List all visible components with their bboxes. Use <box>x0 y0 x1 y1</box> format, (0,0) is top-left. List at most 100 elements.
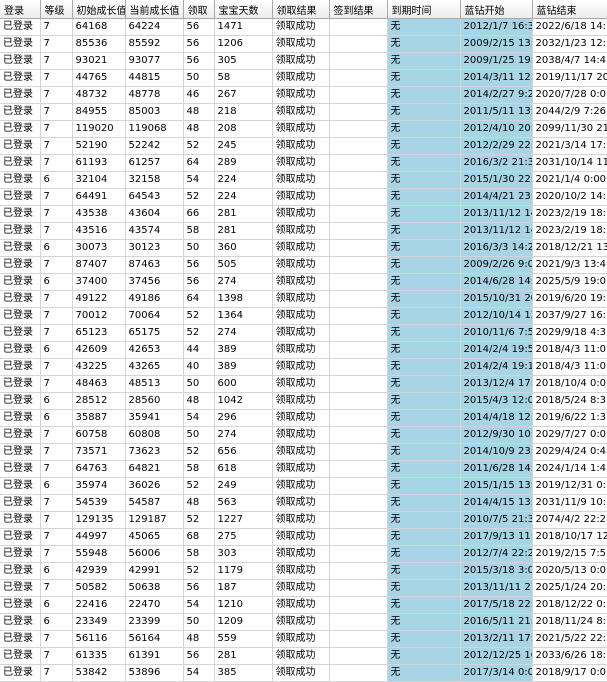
table-row[interactable]: 已登录7559485600658303领取成功 无2012/7/4 22:2...… <box>0 545 607 563</box>
cell-baby-days: 275 <box>214 528 273 546</box>
cell-claim-result: 领取成功 <box>272 443 330 461</box>
table-row[interactable]: 已登录7521905224252245领取成功 无2012/2/29 22:...… <box>0 137 607 155</box>
cell-current-growth: 30123 <box>125 239 184 257</box>
cell-claim-result: 领取成功 <box>272 613 330 631</box>
cell-login: 已登录 <box>0 69 41 87</box>
table-row[interactable]: 已登录7435384360466281领取成功 无2013/11/12 14:..… <box>0 205 607 223</box>
cell-claim: 54 <box>183 409 215 427</box>
table-row[interactable]: 已登录74912249186641398领取成功 无2015/10/31 20:.… <box>0 290 607 308</box>
column-header-expiry[interactable]: 到期时间 <box>387 0 461 19</box>
table-row[interactable]: 已登录7561165616448559领取成功 无2013/2/11 17:...… <box>0 630 607 648</box>
cell-claim: 56 <box>183 18 215 36</box>
column-header-claim-result[interactable]: 领取结果 <box>272 0 330 19</box>
cell-claim: 52 <box>183 324 215 342</box>
cell-expiry: 无 <box>387 171 461 189</box>
table-row[interactable]: 已登录7484634851350600领取成功 无2013/12/4 17:...… <box>0 375 607 393</box>
cell-baby-days: 1471 <box>214 18 273 36</box>
table-row[interactable]: 已登录7874078746356505领取成功 无2009/2/26 9:0...… <box>0 256 607 274</box>
cell-signin-result <box>329 562 388 580</box>
table-row[interactable]: 已登录6321043215854224领取成功 无2015/1/30 22:...… <box>0 171 607 189</box>
cell-blue-end: 2019/2/15 7:5... <box>532 545 607 563</box>
cell-baby-days: 245 <box>214 137 273 155</box>
table-row[interactable]: 已登录7487324877846267领取成功 无2014/2/27 9:2...… <box>0 86 607 104</box>
table-row[interactable]: 已登录6359743602652249领取成功 无2015/1/15 13:...… <box>0 477 607 495</box>
cell-claim-result: 领取成功 <box>272 511 330 529</box>
cell-baby-days: 1364 <box>214 307 273 325</box>
table-row[interactable]: 已登录7435164357458281领取成功 无2013/11/12 14:..… <box>0 222 607 240</box>
table-row[interactable]: 已登录7849558500348218领取成功 无2011/5/11 13:...… <box>0 103 607 121</box>
cell-baby-days: 303 <box>214 545 273 563</box>
cell-signin-result <box>329 443 388 461</box>
table-row[interactable]: 已登录6374003745656274领取成功 无2014/6/28 14:...… <box>0 273 607 291</box>
table-row[interactable]: 已登录62334923399501209领取成功 无2016/5/11 21:..… <box>0 613 607 631</box>
cell-expiry: 无 <box>387 188 461 206</box>
cell-claim-result: 领取成功 <box>272 273 330 291</box>
cell-current-growth: 42991 <box>125 562 184 580</box>
cell-expiry: 无 <box>387 562 461 580</box>
table-row[interactable]: 已登录7538425389654385领取成功 无2017/3/14 0:0...… <box>0 664 607 682</box>
table-row[interactable]: 已登录7607586080850274领取成功 无2012/9/30 10:...… <box>0 426 607 444</box>
cell-blue-end: 2019/6/20 19:... <box>532 290 607 308</box>
table-row[interactable]: 已登录6426094265344389领取成功 无2014/2/4 19:5...… <box>0 341 607 359</box>
cell-level: 7 <box>40 52 73 70</box>
cell-claim-result: 领取成功 <box>272 477 330 495</box>
cell-claim: 48 <box>183 630 215 648</box>
cell-blue-start: 2016/3/2 21:3... <box>460 154 533 172</box>
cell-level: 6 <box>40 392 73 410</box>
cell-signin-result <box>329 647 388 665</box>
table-row[interactable]: 已登录7449974506568275领取成功 无2017/9/13 11:...… <box>0 528 607 546</box>
table-row[interactable]: 已登录7644916454352224领取成功 无2014/4/21 23:...… <box>0 188 607 206</box>
cell-signin-result <box>329 324 388 342</box>
cell-claim-result: 领取成功 <box>272 188 330 206</box>
table-row[interactable]: 已登录7505825063856187领取成功 无2013/11/11 21:..… <box>0 579 607 597</box>
table-row[interactable]: 已登录7930219307756305领取成功 无2009/1/25 19:4..… <box>0 52 607 70</box>
cell-baby-days: 305 <box>214 52 273 70</box>
table-row[interactable]: 已登录76416864224561471领取成功 无2012/1/7 16:3..… <box>0 18 607 36</box>
cell-blue-end: 2021/1/4 0:00:... <box>532 171 607 189</box>
table-row[interactable]: 已登录7613356139156281领取成功 无2012/12/25 16:..… <box>0 647 607 665</box>
cell-signin-result <box>329 613 388 631</box>
cell-login: 已登录 <box>0 511 41 529</box>
column-header-signin-result[interactable]: 签到结果 <box>329 0 388 19</box>
cell-blue-start: 2017/9/13 11:... <box>460 528 533 546</box>
table-row[interactable]: 已登录64293942991521179领取成功 无2015/3/18 3:0..… <box>0 562 607 580</box>
table-row[interactable]: 已登录62851228560481042领取成功 无2015/4/3 12:0..… <box>0 392 607 410</box>
table-row[interactable]: 已登录62241622470541210领取成功 无2017/5/18 22:..… <box>0 596 607 614</box>
cell-signin-result <box>329 630 388 648</box>
cell-level: 7 <box>40 205 73 223</box>
cell-login: 已登录 <box>0 613 41 631</box>
cell-login: 已登录 <box>0 137 41 155</box>
column-header-baby-days[interactable]: 宝宝天数 <box>214 0 273 19</box>
cell-claim-result: 领取成功 <box>272 545 330 563</box>
table-row[interactable]: 已登录7432254326540389领取成功 无2014/2/4 19:1...… <box>0 358 607 376</box>
cell-blue-start: 2016/5/11 21:... <box>460 613 533 631</box>
table-row[interactable]: 已登录6300733012350360领取成功 无2016/3/3 14:2...… <box>0 239 607 257</box>
table-row[interactable]: 已登录7545395458748563领取成功 无2014/4/15 13:...… <box>0 494 607 512</box>
column-header-level[interactable]: 等级 <box>40 0 73 19</box>
cell-current-growth: 43574 <box>125 222 184 240</box>
column-header-blue-end[interactable]: 蓝钻结束 <box>532 0 607 19</box>
cell-blue-end: 2023/2/19 18:... <box>532 222 607 240</box>
cell-level: 7 <box>40 494 73 512</box>
table-row[interactable]: 已登录7129135129187521227领取成功 无2010/7/5 21:3… <box>0 511 607 529</box>
table-row[interactable]: 已登录7651236517552274领取成功 无2010/11/6 7:5...… <box>0 324 607 342</box>
table-row[interactable]: 已登录6358873594154296领取成功 无2014/4/18 12:...… <box>0 409 607 427</box>
cell-current-growth: 87463 <box>125 256 184 274</box>
column-header-blue-start[interactable]: 蓝钻开始 <box>460 0 533 19</box>
table-row[interactable]: 已登录7611936125764289领取成功 无2016/3/2 21:3...… <box>0 154 607 172</box>
column-header-login[interactable]: 登录 <box>0 0 41 19</box>
table-row[interactable]: 已登录7647636482158618领取成功 无2011/6/28 14:...… <box>0 460 607 478</box>
column-header-claim[interactable]: 领取 <box>183 0 215 19</box>
cell-blue-start: 2014/10/9 23:... <box>460 443 533 461</box>
table-row[interactable]: 已登录744765448155058领取成功 无2014/3/11 12:...2… <box>0 69 607 87</box>
table-row[interactable]: 已登录78553685592561206领取成功 无2009/2/15 13:..… <box>0 35 607 53</box>
table-row[interactable]: 已登录77001270064521364领取成功 无2012/10/14 13:.… <box>0 307 607 325</box>
column-header-initial-growth[interactable]: 初始成长值 <box>72 0 126 19</box>
cell-blue-start: 2009/2/15 13:... <box>460 35 533 53</box>
table-row[interactable]: 已登录711902011906848208领取成功 无2012/4/10 20:.… <box>0 120 607 138</box>
column-header-current-growth[interactable]: 当前成长值 <box>125 0 184 19</box>
cell-claim-result: 领取成功 <box>272 324 330 342</box>
cell-current-growth: 65175 <box>125 324 184 342</box>
cell-blue-end: 2019/6/22 1:3... <box>532 409 607 427</box>
table-row[interactable]: 已登录7735717362352656领取成功 无2014/10/9 23:...… <box>0 443 607 461</box>
